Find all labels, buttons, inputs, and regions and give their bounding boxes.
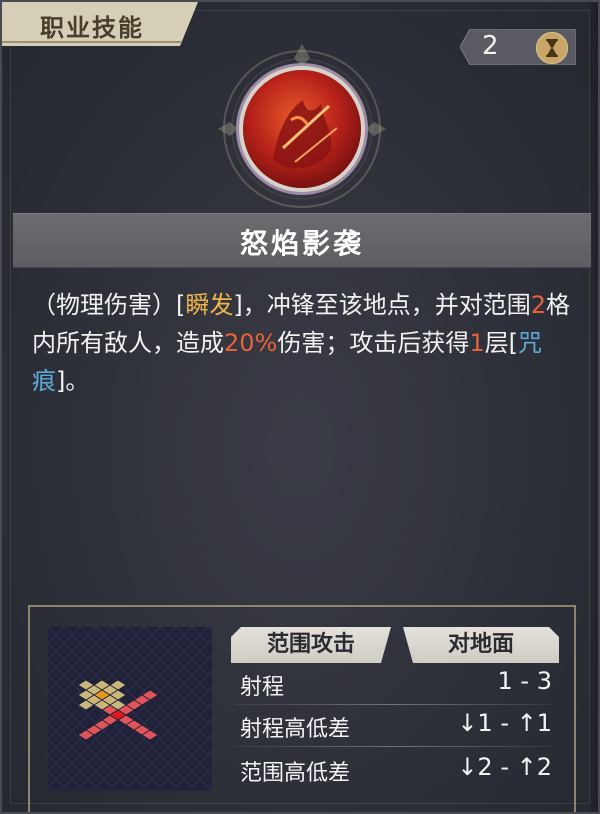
flaming-warrior-skill-icon xyxy=(243,70,361,188)
desc-part: ]。 xyxy=(56,367,90,395)
tab-label: 职业技能 xyxy=(40,14,144,42)
desc-part: （物理伤害）[ xyxy=(32,291,186,319)
stat-row-area-height: 范围高低差 ↓2 - ↑2 xyxy=(228,751,560,791)
stat-row-range-height: 射程高低差 ↓1 - ↑1 xyxy=(228,707,560,747)
stat-value: ↓2 - ↑2 xyxy=(457,753,552,781)
range-pattern-grid xyxy=(48,627,212,791)
range-tiles xyxy=(77,679,159,741)
desc-part: 伤害；攻击后获得 xyxy=(277,329,470,357)
skill-description: （物理伤害）[瞬发]，冲锋至该地点，并对范围2格内所有敌人，造成20%伤害；攻击… xyxy=(32,286,572,400)
stat-label: 射程高低差 xyxy=(240,717,351,742)
panel-edge-shadow xyxy=(588,2,598,812)
hourglass-icon xyxy=(536,32,568,64)
damage-percent: 20% xyxy=(224,329,278,357)
tag-area-attack: 范围攻击 xyxy=(231,627,391,663)
cost-value: 2 xyxy=(482,31,499,61)
skill-cost-badge: 2 xyxy=(460,29,576,65)
skill-title-bar: 怒焰影袭 xyxy=(13,213,591,268)
desc-part: 层[ xyxy=(484,329,518,357)
skill-panel: 职业技能 2 怒焰影袭 （物理伤害）[瞬发]，冲锋至该地点，并对范围2格内所有敌… xyxy=(0,0,600,814)
skill-name: 怒焰影袭 xyxy=(239,227,364,260)
tag-ground-target: 对地面 xyxy=(403,627,559,663)
stat-value: 1 - 3 xyxy=(497,667,552,695)
stat-value: ↓1 - ↑1 xyxy=(457,709,552,737)
row-divider xyxy=(234,746,554,747)
class-skill-tab[interactable]: 职业技能 xyxy=(2,2,198,46)
keyword-instant[interactable]: 瞬发 xyxy=(185,291,233,319)
stat-row-range: 射程 1 - 3 xyxy=(228,665,560,705)
stat-label: 射程 xyxy=(240,675,285,700)
range-number: 2 xyxy=(530,291,547,319)
desc-part: ]，冲锋至该地点，并对范围 xyxy=(233,291,531,319)
stack-number: 1 xyxy=(469,329,485,357)
stat-label: 范围高低差 xyxy=(240,761,351,786)
row-divider xyxy=(234,704,554,705)
